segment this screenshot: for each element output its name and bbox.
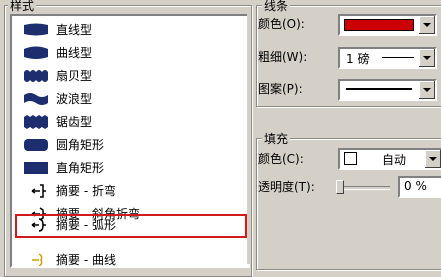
list-item-label: 摘要 - 弧形 [56,218,116,232]
line-color-label: 颜色(O): [258,17,305,31]
fill-group-title: 填充 [262,132,291,146]
line-weight-value: 1 磅 [346,52,370,66]
wave-callout-icon [24,93,48,105]
transparency-input[interactable]: 0 % [398,176,441,198]
transparency-slider-thumb[interactable] [336,180,344,194]
list-item-label: 锯齿型 [56,115,93,129]
line-color-swatch [344,19,414,31]
summary-bent-bracket-icon [31,184,46,198]
list-item[interactable]: 曲线型 [12,42,248,65]
line-weight-preview [382,57,414,58]
list-item-label: 摘要 - 折弯 [56,184,116,198]
list-item-label: 波浪型 [56,92,93,106]
fill-color-label: 颜色(C): [258,152,304,166]
zigzag-callout-icon [24,115,48,129]
style-group-title: 样式 [8,0,37,13]
summary-curve-bracket-icon [32,253,43,266]
list-item-label: 摘要 - 曲线 [56,253,116,267]
line-pattern-dropdown[interactable] [338,79,437,101]
line-pattern-label: 图案(P): [258,82,303,96]
list-item[interactable]: 锯齿型 [12,111,248,134]
summary-arc-bracket-icon [31,218,46,232]
rectangle-callout-icon [24,162,48,174]
list-item[interactable]: 扇贝型 [12,65,248,88]
straight-line-callout-icon [24,23,48,36]
list-item[interactable]: 直线型 [12,19,248,42]
rounded-rectangle-callout-icon [24,139,48,151]
chevron-down-icon[interactable] [418,49,435,67]
fill-color-dropdown[interactable]: 自动 [338,148,441,170]
line-weight-label: 粗细(W): [258,50,308,64]
list-item-label: 直角矩形 [56,161,105,175]
curved-line-callout-icon [24,46,48,59]
line-weight-dropdown[interactable]: 1 磅 [338,47,437,69]
fill-color-value: 自动 [382,153,407,167]
list-item[interactable]: 直角矩形 [12,157,248,180]
transparency-label: 透明度(T): [258,180,315,194]
list-item-label: 曲线型 [56,46,93,60]
chevron-down-icon[interactable] [418,16,435,34]
chevron-down-icon[interactable] [424,150,441,168]
list-item-selected[interactable]: 摘要 - 弧形 [12,214,248,249]
chevron-down-icon[interactable] [418,81,435,99]
line-pattern-preview [346,88,412,90]
list-item[interactable]: 摘要 - 折弯 [12,180,248,203]
transparency-slider-track[interactable] [340,186,390,190]
style-list[interactable]: 直线型 曲线型 扇贝型 波浪型 锯齿型 圆角矩形 直角矩形 摘要 - 折弯 摘要… [10,14,250,268]
list-item[interactable]: 波浪型 [12,88,248,111]
list-item[interactable]: 圆角矩形 [12,134,248,157]
line-group-title: 线条 [262,0,291,13]
transparency-value: 0 % [404,179,427,193]
scallop-callout-icon [24,70,48,82]
list-item-label: 圆角矩形 [56,138,105,152]
fill-color-swatch [344,152,357,165]
list-scrollbar[interactable] [247,14,250,264]
list-item-label: 直线型 [56,23,93,37]
list-item-label: 扇贝型 [56,69,93,83]
line-color-dropdown[interactable] [338,14,437,36]
